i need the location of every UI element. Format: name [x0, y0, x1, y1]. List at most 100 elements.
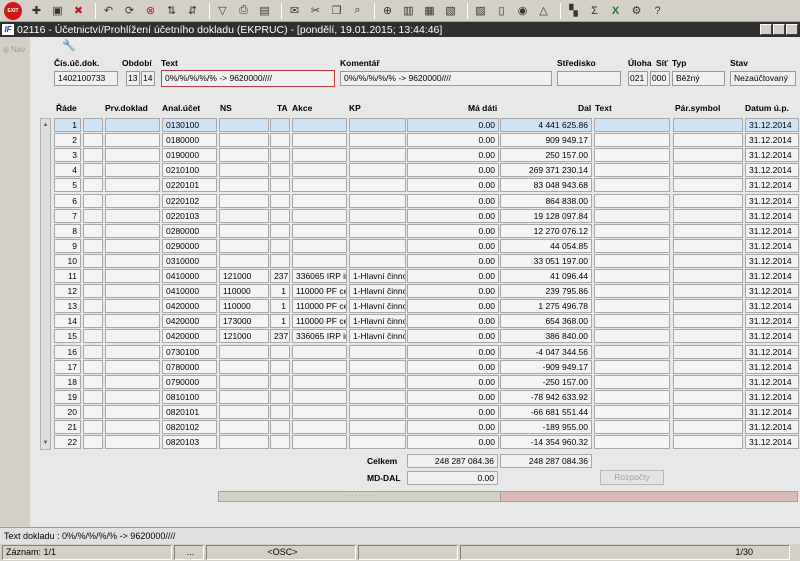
- cell-dal[interactable]: 250 157.00: [500, 148, 592, 163]
- cell-empty[interactable]: [83, 344, 103, 359]
- cell-ta[interactable]: 1: [270, 299, 290, 314]
- cell-ucet[interactable]: 0780000: [162, 359, 217, 374]
- cell-n[interactable]: 1: [54, 118, 81, 132]
- search-icon[interactable]: ⌕: [349, 2, 366, 19]
- cell-ta[interactable]: [270, 420, 290, 434]
- cell-ucet[interactable]: 0820103: [162, 435, 217, 450]
- cell-akce[interactable]: [292, 208, 347, 223]
- cell-n[interactable]: 5: [54, 178, 81, 193]
- cell-n[interactable]: 12: [54, 284, 81, 299]
- grid-vertical-scrollbar[interactable]: ▲ ▼: [40, 118, 51, 450]
- cell-datum[interactable]: 31.12.2014: [745, 389, 799, 404]
- cell-datum[interactable]: 31.12.2014: [745, 404, 799, 419]
- cell-ucet[interactable]: 0810100: [162, 389, 217, 404]
- cell-n[interactable]: 19: [54, 389, 81, 404]
- cell-empty[interactable]: [83, 374, 103, 389]
- cell-akce[interactable]: 336065 IRP inv: [292, 269, 347, 283]
- cell-empty[interactable]: [673, 344, 743, 359]
- cell-datum[interactable]: 31.12.2014: [745, 374, 799, 389]
- cell-empty[interactable]: [105, 163, 160, 178]
- cell-ta[interactable]: 237: [270, 329, 290, 344]
- cell-empty[interactable]: [105, 374, 160, 389]
- cell-akce[interactable]: [292, 238, 347, 253]
- cell-akce[interactable]: [292, 435, 347, 450]
- table-row[interactable]: 9 0290000 0.00 44 054.85 31.12.2014: [54, 238, 800, 254]
- cell-empty[interactable]: [594, 374, 670, 389]
- cell-empty[interactable]: [594, 435, 670, 450]
- cell-empty[interactable]: [105, 344, 160, 359]
- cell-ma[interactable]: 0.00: [407, 178, 499, 193]
- cell-datum[interactable]: 31.12.2014: [745, 253, 799, 268]
- cell-ns[interactable]: [219, 208, 269, 223]
- cell-ta[interactable]: [270, 238, 290, 253]
- cell-ma[interactable]: 0.00: [407, 223, 499, 238]
- cell-datum[interactable]: 31.12.2014: [745, 269, 799, 283]
- cell-empty[interactable]: [673, 404, 743, 419]
- print-icon[interactable]: ⎙: [235, 2, 252, 19]
- cell-ns[interactable]: 121000: [219, 269, 269, 283]
- cell-empty[interactable]: [673, 253, 743, 268]
- table-row[interactable]: 8 0280000 0.00 12 270 076.12 31.12.2014: [54, 223, 800, 239]
- cell-kp[interactable]: 1-Hlavní činnost: [349, 299, 406, 314]
- cell-akce[interactable]: [292, 178, 347, 193]
- cell-dal[interactable]: 386 840.00: [500, 329, 592, 344]
- cell-empty[interactable]: [673, 133, 743, 148]
- cell-empty[interactable]: [83, 359, 103, 374]
- cell-kp[interactable]: [349, 178, 406, 193]
- cell-ma[interactable]: 0.00: [407, 118, 499, 132]
- cell-n[interactable]: 6: [54, 193, 81, 208]
- filter-icon[interactable]: ⇅: [163, 2, 180, 19]
- cell-ta[interactable]: [270, 435, 290, 450]
- maximize-button[interactable]: [773, 24, 785, 35]
- cell-empty[interactable]: [105, 133, 160, 148]
- cell-datum[interactable]: 31.12.2014: [745, 435, 799, 450]
- cell-ucet[interactable]: 0280000: [162, 223, 217, 238]
- cell-empty[interactable]: [673, 314, 743, 329]
- table-row[interactable]: 3 0190000 0.00 250 157.00 31.12.2014: [54, 148, 800, 163]
- cell-akce[interactable]: [292, 193, 347, 208]
- cell-akce[interactable]: [292, 389, 347, 404]
- cell-ucet[interactable]: 0730100: [162, 344, 217, 359]
- cell-datum[interactable]: 31.12.2014: [745, 420, 799, 434]
- cell-dal[interactable]: 44 054.85: [500, 238, 592, 253]
- cell-empty[interactable]: [673, 420, 743, 434]
- cell-kp[interactable]: [349, 118, 406, 132]
- cell-empty[interactable]: [105, 359, 160, 374]
- table-row[interactable]: 17 0780000 0.00 -909 949.17 31.12.2014: [54, 359, 800, 375]
- cell-ns[interactable]: 121000: [219, 329, 269, 344]
- cell-empty[interactable]: [594, 118, 670, 132]
- cell-ma[interactable]: 0.00: [407, 284, 499, 299]
- cell-dal[interactable]: 83 048 943.68: [500, 178, 592, 193]
- cell-empty[interactable]: [673, 118, 743, 132]
- cell-dal[interactable]: 239 795.86: [500, 284, 592, 299]
- cell-ucet[interactable]: 0180000: [162, 133, 217, 148]
- cell-ns[interactable]: [219, 389, 269, 404]
- cell-kp[interactable]: 1-Hlavní činnost: [349, 329, 406, 344]
- table-row[interactable]: 2 0180000 0.00 909 949.17 31.12.2014: [54, 133, 800, 148]
- cell-ns[interactable]: [219, 133, 269, 148]
- cell-ta[interactable]: [270, 178, 290, 193]
- cell-n[interactable]: 2: [54, 133, 81, 148]
- cell-kp[interactable]: [349, 404, 406, 419]
- cell-empty[interactable]: [673, 269, 743, 283]
- cell-ns[interactable]: [219, 359, 269, 374]
- cell-datum[interactable]: 31.12.2014: [745, 238, 799, 253]
- cell-dal[interactable]: -66 681 551.44: [500, 404, 592, 419]
- warning-icon[interactable]: △: [535, 2, 552, 19]
- cell-kp[interactable]: [349, 148, 406, 163]
- undo-icon[interactable]: ↶: [100, 2, 117, 19]
- cell-ma[interactable]: 0.00: [407, 269, 499, 283]
- cis-field[interactable]: 1402100733: [54, 71, 118, 86]
- cell-n[interactable]: 11: [54, 269, 81, 283]
- cell-datum[interactable]: 31.12.2014: [745, 148, 799, 163]
- cell-datum[interactable]: 31.12.2014: [745, 163, 799, 178]
- cell-empty[interactable]: [673, 329, 743, 344]
- cell-ma[interactable]: 0.00: [407, 435, 499, 450]
- cell-akce[interactable]: 110000 PF cel: [292, 284, 347, 299]
- cell-empty[interactable]: [105, 420, 160, 434]
- cell-kp[interactable]: [349, 389, 406, 404]
- cell-dal[interactable]: 33 051 197.00: [500, 253, 592, 268]
- cell-ta[interactable]: 1: [270, 314, 290, 329]
- cell-empty[interactable]: [105, 284, 160, 299]
- cell-ma[interactable]: 0.00: [407, 344, 499, 359]
